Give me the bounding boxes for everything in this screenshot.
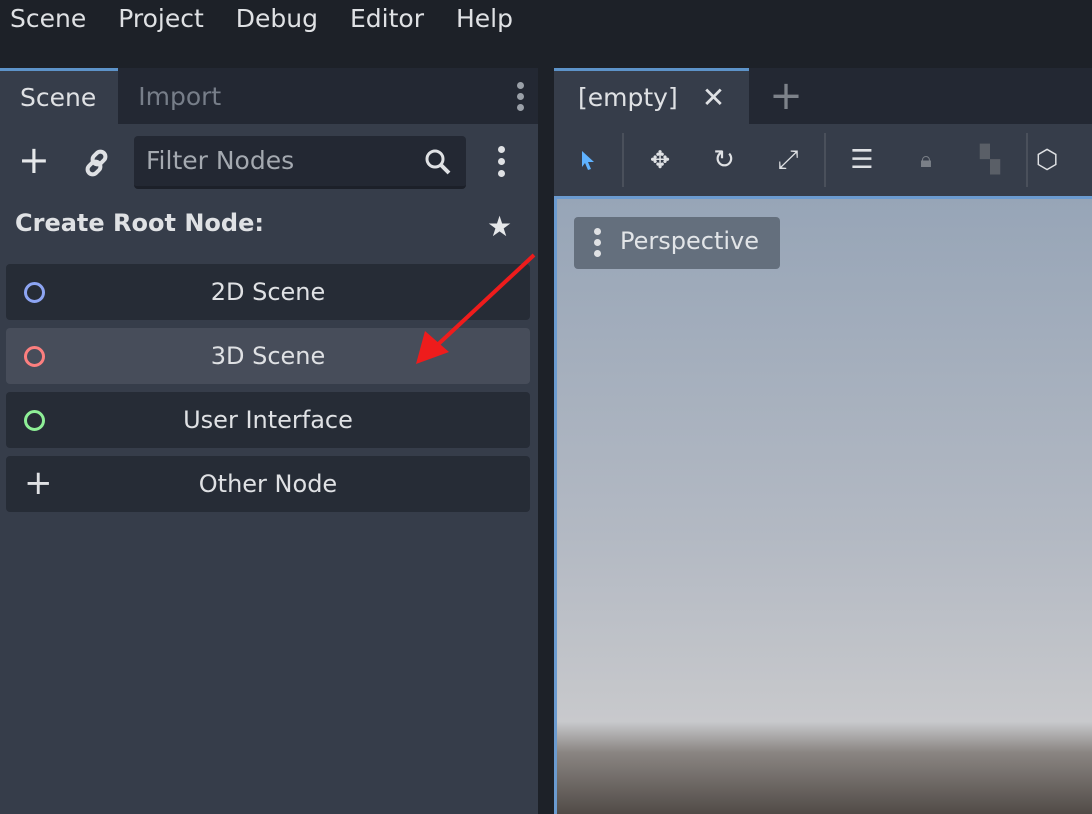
scale-tool-icon[interactable]: ⤢ — [756, 145, 820, 176]
scene-dock: Scene Import + Filter Nodes Create Root … — [0, 68, 538, 814]
circle-icon — [24, 346, 45, 367]
2d-scene-button[interactable]: 2D Scene — [6, 264, 530, 320]
node-label: 3D Scene — [210, 342, 326, 370]
list-select-icon[interactable]: ☰ — [830, 145, 894, 175]
separator — [1026, 133, 1028, 187]
add-tab-icon[interactable]: + — [769, 73, 803, 119]
create-root-node-label: Create Root Node: — [15, 209, 264, 237]
circle-icon — [24, 282, 45, 303]
scene-tab-label: [empty] — [578, 83, 678, 112]
lock-icon[interactable]: 🔒︎ — [894, 148, 958, 173]
rotate-tool-icon[interactable]: ↻ — [692, 145, 756, 175]
add-node-icon[interactable]: + — [18, 140, 50, 180]
3d-scene-button[interactable]: 3D Scene — [6, 328, 530, 384]
perspective-label: Perspective — [620, 227, 759, 255]
group-icon[interactable]: ▚ — [958, 145, 1022, 175]
dock-menu-icon[interactable] — [517, 82, 524, 111]
plus-icon: + — [24, 463, 53, 503]
perspective-menu-button[interactable]: Perspective — [574, 217, 780, 269]
dock-tabbar: Scene Import — [0, 68, 538, 124]
menu-help[interactable]: Help — [446, 0, 523, 33]
menu-debug[interactable]: Debug — [226, 0, 328, 33]
filter-nodes-input[interactable]: Filter Nodes — [134, 136, 466, 189]
select-tool-icon[interactable] — [554, 145, 618, 175]
node-label: Other Node — [198, 470, 338, 498]
3d-toolbar: ✥ ↻ ⤢ ☰ 🔒︎ ▚ ⬡ — [554, 124, 1092, 196]
dock-splitter[interactable] — [538, 68, 554, 814]
link-icon[interactable] — [82, 148, 112, 178]
separator — [824, 133, 826, 187]
menu-scene[interactable]: Scene — [0, 0, 96, 33]
user-interface-button[interactable]: User Interface — [6, 392, 530, 448]
circle-icon — [24, 410, 45, 431]
scene-tabs: [empty] ✕ + — [554, 68, 1092, 124]
more-options-icon[interactable] — [498, 146, 505, 177]
3d-viewport[interactable]: Perspective — [554, 196, 1092, 814]
menu-project[interactable]: Project — [108, 0, 214, 33]
node-label: 2D Scene — [210, 278, 326, 306]
separator — [622, 133, 624, 187]
local-space-icon[interactable]: ⬡ — [1032, 145, 1062, 175]
editor-area: [empty] ✕ + ✥ ↻ ⤢ ☰ 🔒︎ ▚ ⬡ Perspective — [554, 68, 1092, 814]
search-icon — [425, 149, 451, 175]
tab-import[interactable]: Import — [118, 68, 243, 124]
menubar: Scene Project Debug Editor Help — [0, 0, 1092, 68]
menu-editor[interactable]: Editor — [340, 0, 434, 33]
scene-tab-empty[interactable]: [empty] ✕ — [554, 68, 750, 124]
scene-toolbar: + Filter Nodes — [0, 136, 538, 192]
other-node-button[interactable]: + Other Node — [6, 456, 530, 512]
node-label: User Interface — [183, 406, 353, 434]
menu-dots-icon — [594, 228, 601, 257]
close-icon[interactable]: ✕ — [702, 81, 725, 114]
filter-placeholder: Filter Nodes — [146, 146, 295, 175]
star-icon[interactable]: ★ — [487, 210, 512, 243]
tab-scene[interactable]: Scene — [0, 68, 119, 124]
move-tool-icon[interactable]: ✥ — [628, 146, 692, 174]
